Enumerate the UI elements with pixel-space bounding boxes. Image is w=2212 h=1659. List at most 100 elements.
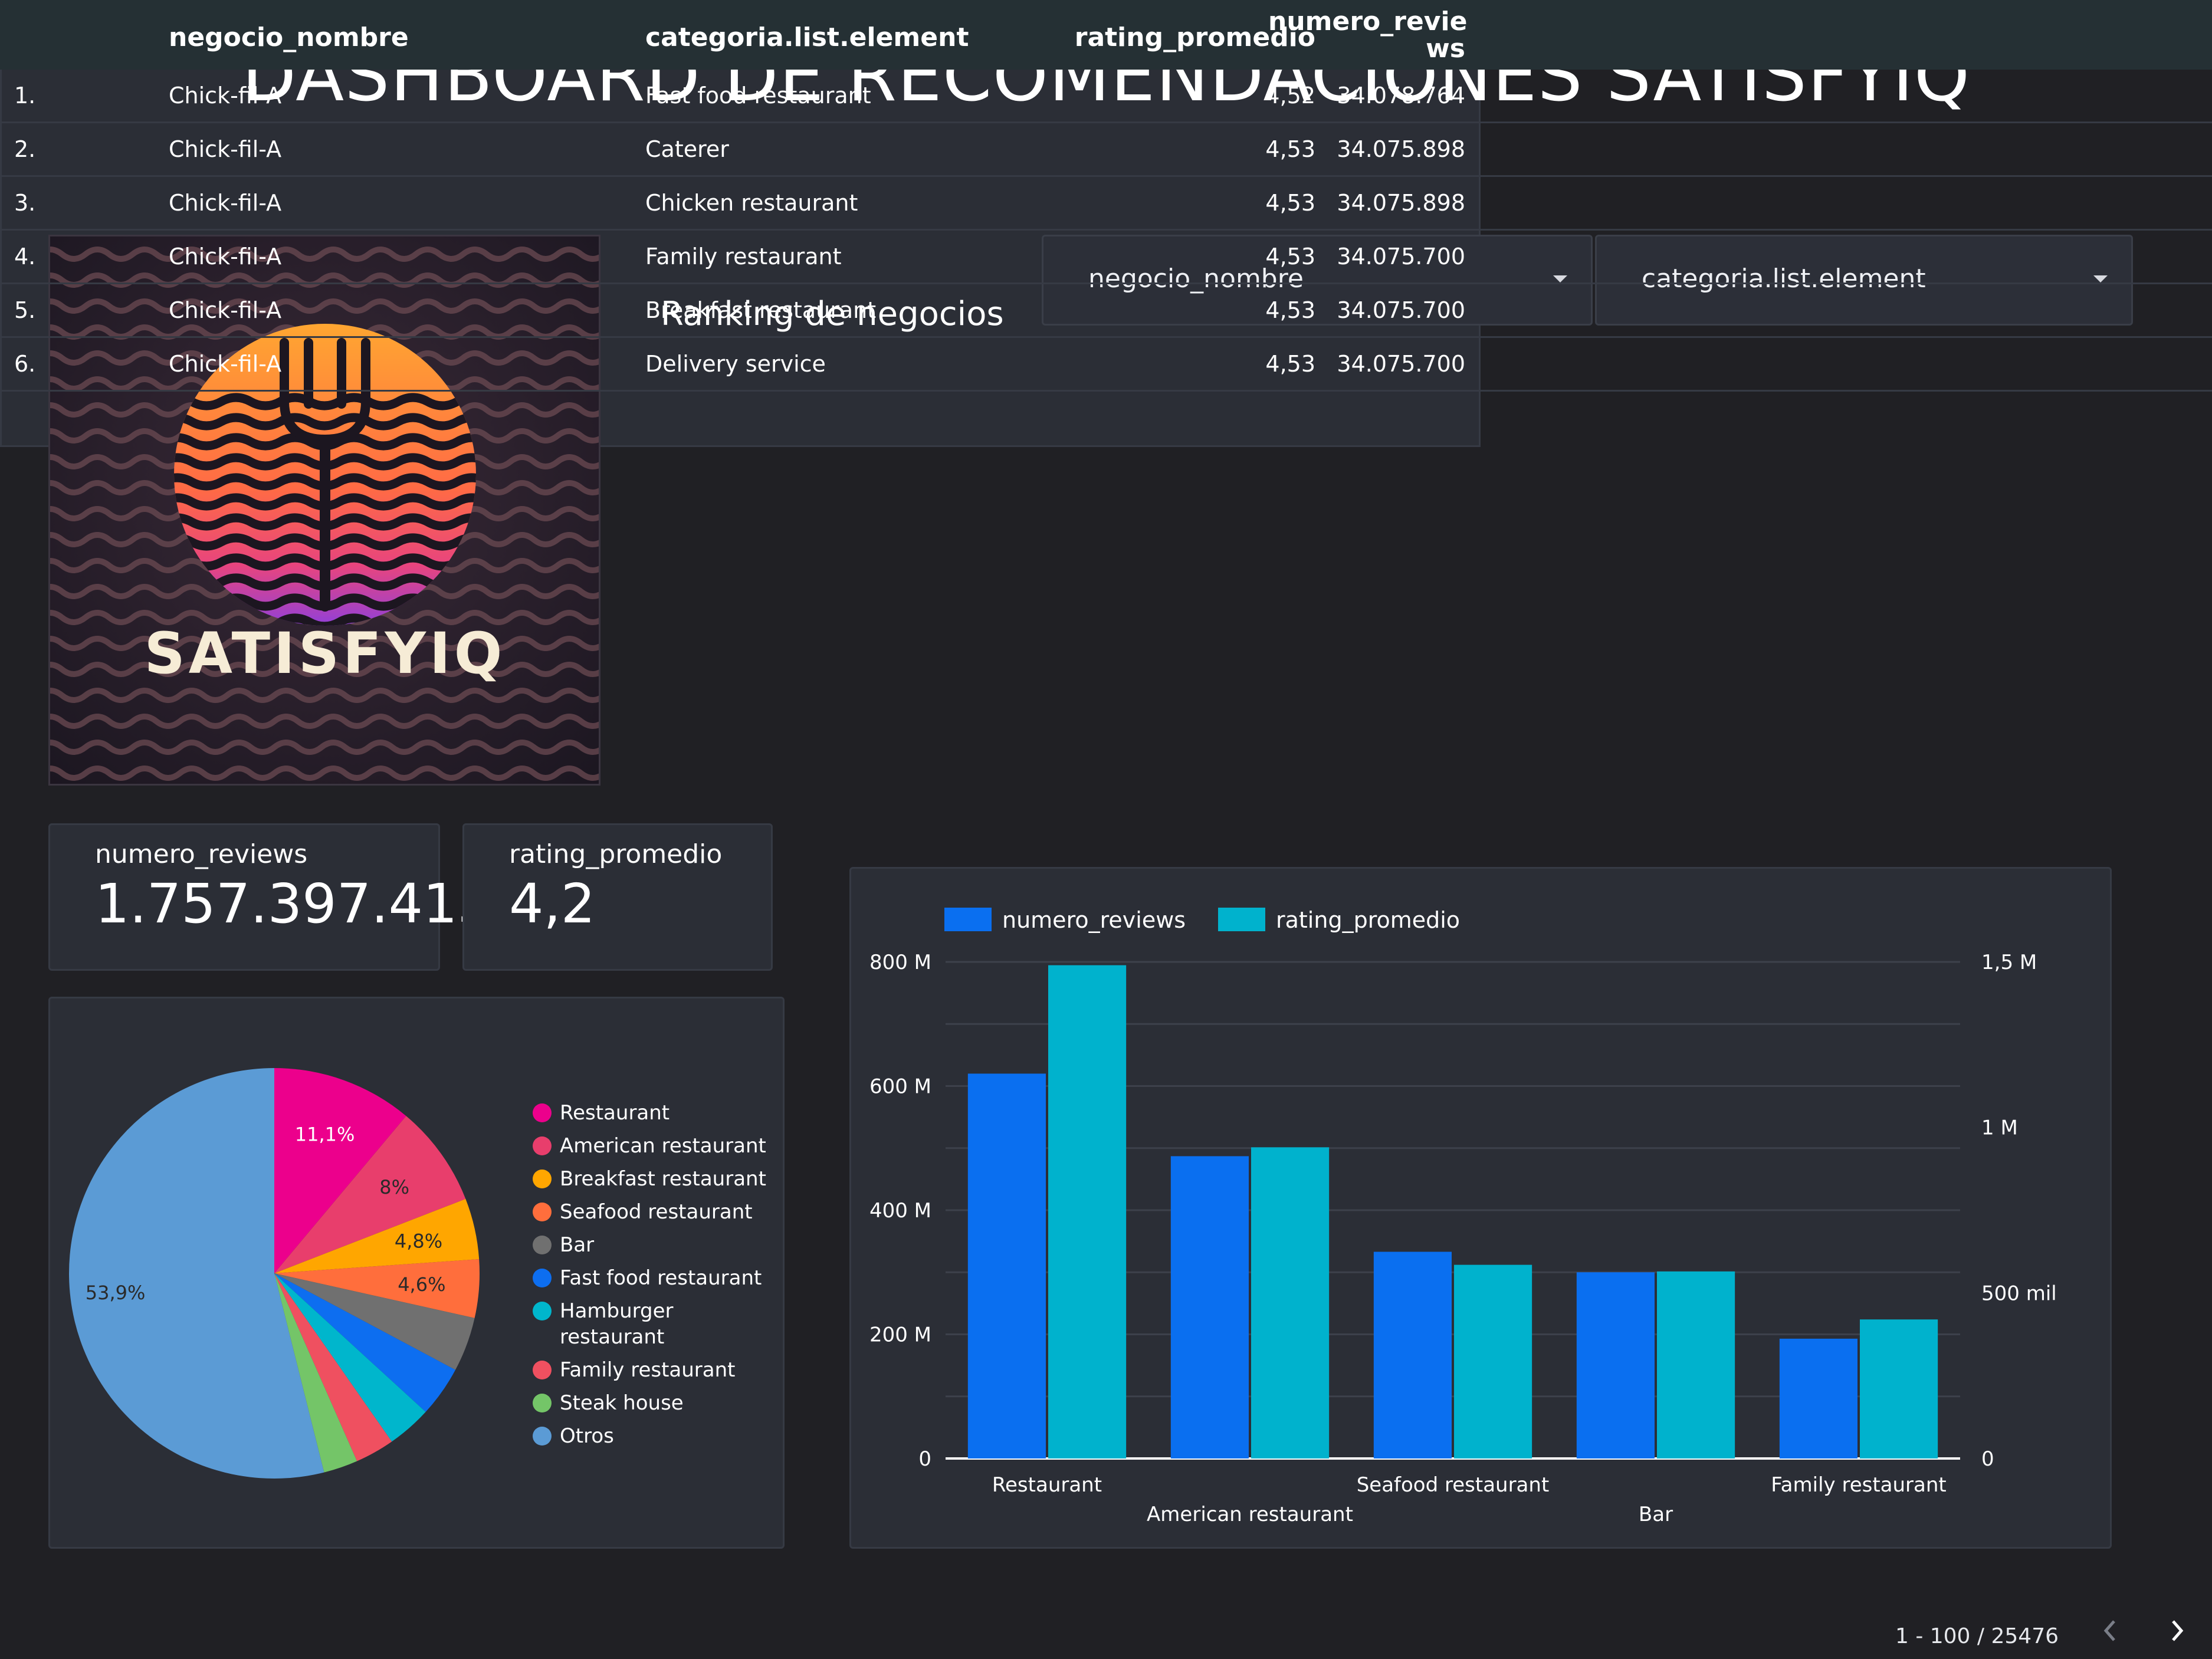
ranking-table: negocio_nombre categoria.list.element ra… xyxy=(0,0,2212,1648)
cell-categoria: Chicken restaurant xyxy=(645,190,858,216)
pie-data-label: 11,1% xyxy=(295,1123,355,1146)
cell-reviews: 34.075.898 xyxy=(1337,136,1465,162)
pie-data-label: 8% xyxy=(379,1176,409,1198)
kpi-value: 1.757.397.415 xyxy=(95,872,493,935)
row-index: 1. xyxy=(14,83,36,109)
cell-negocio: Chick-fil-A xyxy=(169,297,282,323)
cell-reviews: 34.075.700 xyxy=(1337,244,1465,270)
legend-swatch xyxy=(1218,908,1265,931)
row-index: 4. xyxy=(14,244,36,270)
chevron-left-icon[interactable] xyxy=(2093,1613,2128,1648)
chevron-right-icon[interactable] xyxy=(2159,1613,2194,1648)
legend-label: restaurant xyxy=(560,1325,665,1349)
table-row[interactable]: 1. Chick-fil-A Fast food restaurant 4,52 34.… xyxy=(0,70,2212,123)
legend-item[interactable]: Hamburger restaurant xyxy=(533,1298,674,1350)
kpi-rating-promedio: rating_promedio 4,2 xyxy=(462,823,773,971)
legend-swatch xyxy=(533,1203,552,1221)
legend-item[interactable]: Family restaurant xyxy=(533,1357,736,1383)
bar-rating-promedio[interactable] xyxy=(1454,1264,1532,1458)
bar-rating-promedio[interactable] xyxy=(1048,965,1127,1458)
legend-item[interactable]: American restaurant xyxy=(533,1133,766,1159)
legend-swatch xyxy=(944,908,992,931)
kpi-numero-reviews: numero_reviews 1.757.397.415 xyxy=(48,823,492,971)
cell-negocio: Chick-fil-A xyxy=(169,244,282,270)
y-right-tick-label: 1,5 M xyxy=(1981,951,2037,974)
x-tick-label: Bar xyxy=(1639,1503,1673,1526)
bar-numero-reviews[interactable] xyxy=(1373,1251,1452,1458)
row-index: 5. xyxy=(14,297,36,323)
legend-item[interactable]: Steak house xyxy=(533,1390,684,1416)
x-tick-label: Restaurant xyxy=(992,1473,1102,1497)
y-left-tick-label: 800 M xyxy=(869,951,931,974)
cell-reviews: 34.078.764 xyxy=(1337,83,1465,109)
bar-rating-promedio[interactable] xyxy=(1657,1271,1735,1458)
y-left-tick-label: 600 M xyxy=(869,1075,931,1099)
table-row[interactable]: 2. Chick-fil-A Caterer 4,53 34.075.898 xyxy=(0,123,2212,177)
legend-swatch xyxy=(533,1103,552,1122)
legend-label: Restaurant xyxy=(560,1101,670,1125)
legend-swatch xyxy=(533,1136,552,1155)
cell-categoria: Fast food restaurant xyxy=(645,83,871,109)
cell-negocio: Chick-fil-A xyxy=(169,351,282,377)
legend-item[interactable]: Breakfast restaurant xyxy=(533,1166,766,1192)
column-header-reviews[interactable]: numero_revie ws xyxy=(1268,6,1468,64)
legend-label: Otros xyxy=(560,1424,614,1448)
legend-label: rating_promedio xyxy=(1276,907,1460,933)
table-row[interactable]: 3. Chick-fil-A Chicken restaurant 4,53 34.07… xyxy=(0,177,2212,231)
legend-label: Breakfast restaurant xyxy=(560,1167,766,1191)
y-left-tick-label: 200 M xyxy=(869,1323,931,1347)
kpi-label: numero_reviews xyxy=(95,839,308,869)
legend-swatch xyxy=(533,1302,552,1320)
pie-data-label: 4,8% xyxy=(395,1230,442,1252)
cell-categoria: Breakfast restaurant xyxy=(645,297,877,323)
legend-item[interactable]: Otros xyxy=(533,1423,614,1449)
legend-label: Steak house xyxy=(560,1391,684,1415)
table-row[interactable]: 6. Chick-fil-A Delivery service 4,53 34.075.… xyxy=(0,338,2212,392)
bar-rating-promedio[interactable] xyxy=(1860,1319,1938,1458)
row-index: 6. xyxy=(14,351,36,377)
cell-negocio: Chick-fil-A xyxy=(169,136,282,162)
legend-label: numero_reviews xyxy=(1002,907,1186,933)
logo-wordmark: SATISFYIQ xyxy=(145,620,506,686)
pie-data-label: 4,6% xyxy=(398,1273,445,1296)
legend-label: Bar xyxy=(560,1233,595,1257)
bar-numero-reviews[interactable] xyxy=(1576,1272,1655,1458)
table-row[interactable]: 5. Chick-fil-A Breakfast restaurant 4,53 34.… xyxy=(0,284,2212,338)
legend-label: Seafood restaurant xyxy=(560,1200,753,1224)
legend-label: Family restaurant xyxy=(560,1358,736,1382)
bar-numero-reviews[interactable] xyxy=(1170,1156,1249,1458)
bar-rating-promedio[interactable] xyxy=(1251,1147,1330,1458)
legend-item[interactable]: Seafood restaurant xyxy=(533,1199,753,1225)
legend-swatch xyxy=(533,1361,552,1379)
x-tick-label: American restaurant xyxy=(1147,1503,1353,1526)
y-right-tick-label: 1 M xyxy=(1981,1116,2018,1140)
pie-chart: 11,1% 8% 4,8% 4,6% 53,9% xyxy=(68,1068,480,1479)
row-index: 3. xyxy=(14,190,36,216)
legend-item[interactable]: Bar xyxy=(533,1232,595,1258)
bar-numero-reviews[interactable] xyxy=(1779,1338,1857,1458)
cell-negocio: Chick-fil-A xyxy=(169,83,282,109)
cell-reviews: 34.075.700 xyxy=(1337,297,1465,323)
cell-categoria: Delivery service xyxy=(645,351,826,377)
cell-categoria: Caterer xyxy=(645,136,729,162)
legend-label: Fast food restaurant xyxy=(560,1266,762,1290)
y-right-tick-label: 500 mil xyxy=(1981,1282,2057,1305)
bar-numero-reviews[interactable] xyxy=(967,1073,1046,1458)
legend-swatch xyxy=(533,1427,552,1446)
x-tick-label: Family restaurant xyxy=(1771,1473,1946,1497)
table-row[interactable]: 4. Chick-fil-A Family restaurant 4,53 34.075… xyxy=(0,231,2212,284)
legend-label: American restaurant xyxy=(560,1134,766,1158)
pie-chart-panel: 11,1% 8% 4,8% 4,6% 53,9% Restaurant American … xyxy=(48,997,785,1549)
x-tick-label: Seafood restaurant xyxy=(1357,1473,1550,1497)
y-left-tick-label: 400 M xyxy=(869,1199,931,1223)
column-header-categoria[interactable]: categoria.list.element xyxy=(645,22,969,52)
pie-data-label: 53,9% xyxy=(86,1282,146,1304)
legend-item[interactable]: Restaurant xyxy=(533,1100,670,1126)
column-header-reviews-line1: numero_revie xyxy=(1268,6,1468,37)
bar-chart: 0 200 M 400 M 600 M 800 M 0 500 mil 1 M 1,5 M Res… xyxy=(869,907,2057,1526)
kpi-value: 4,2 xyxy=(509,872,596,935)
legend-label: Hamburger xyxy=(560,1299,674,1323)
column-header-negocio[interactable]: negocio_nombre xyxy=(169,22,409,52)
legend-item[interactable]: Fast food restaurant xyxy=(533,1265,762,1291)
column-header-reviews-line2: ws xyxy=(1426,34,1465,64)
